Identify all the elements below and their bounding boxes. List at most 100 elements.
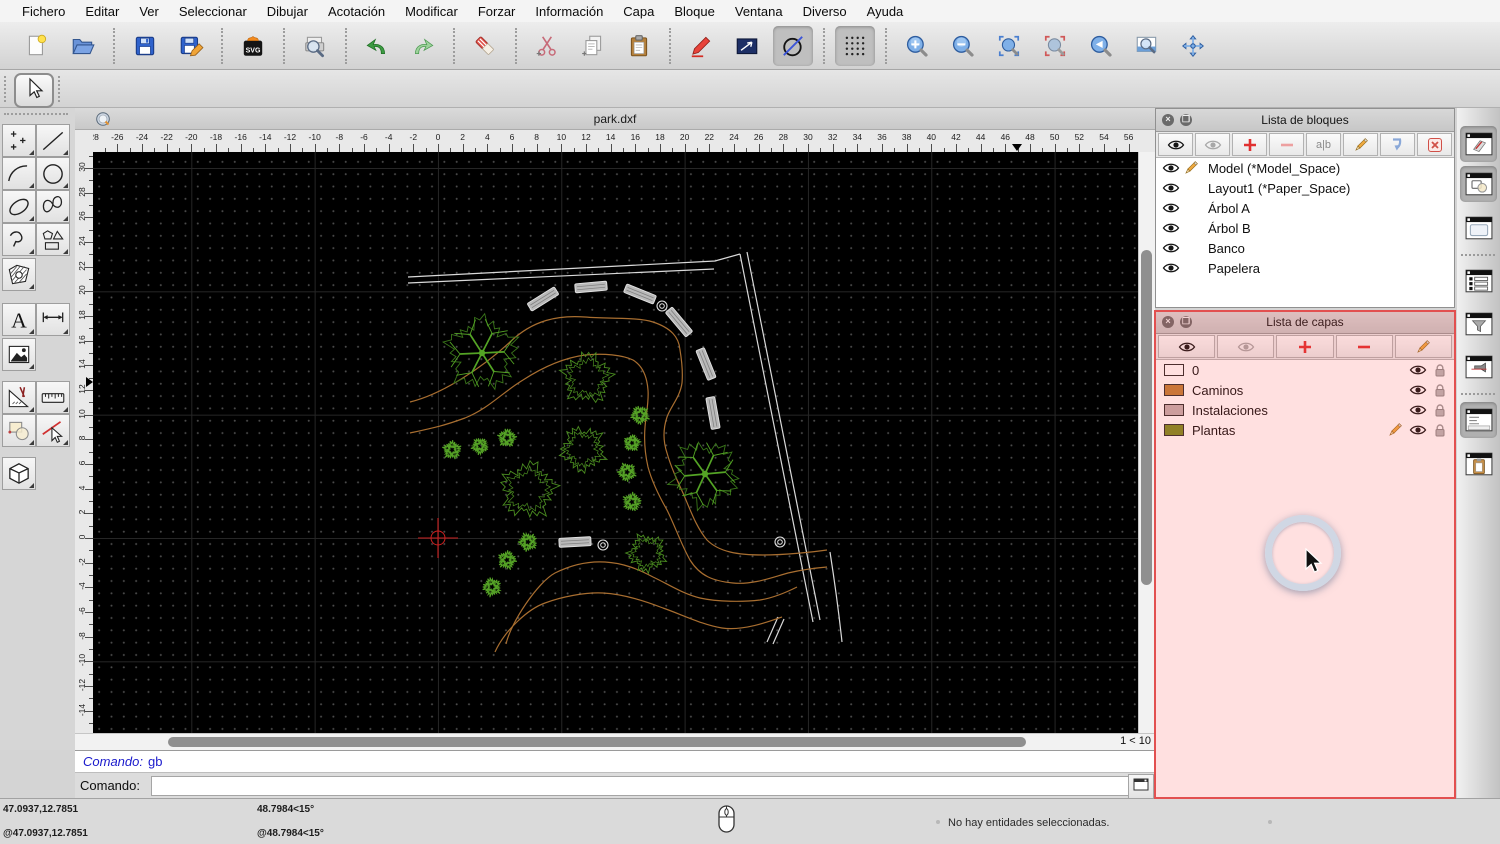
hide-all-blocks-button[interactable] xyxy=(1195,133,1230,156)
command-window-toggle-button[interactable] xyxy=(1128,774,1154,799)
grid-toggle-button[interactable] xyxy=(835,25,875,66)
cut-button[interactable] xyxy=(527,26,567,66)
menu-item-fichero[interactable]: Fichero xyxy=(12,4,75,19)
horizontal-scrollbar[interactable]: 1 < 10 xyxy=(75,733,1155,750)
svg-export-button[interactable]: SVG xyxy=(233,26,273,66)
tool-dimension-button[interactable] xyxy=(36,303,70,336)
menu-item-modificar[interactable]: Modificar xyxy=(395,4,468,19)
zoom-window-button[interactable] xyxy=(1127,26,1167,66)
tool-text-button[interactable]: A xyxy=(2,303,36,336)
block-row[interactable]: Árbol A xyxy=(1156,198,1454,218)
zoom-previous-button[interactable] xyxy=(1081,26,1121,66)
edit-block-button[interactable] xyxy=(1343,133,1378,156)
save-button[interactable] xyxy=(125,26,165,66)
bench-block xyxy=(558,536,592,548)
property-editor-dock-button[interactable] xyxy=(1460,126,1497,162)
zoom-in-button[interactable] xyxy=(897,26,937,66)
tool-circle-button[interactable] xyxy=(36,157,70,190)
selection-rect-button[interactable] xyxy=(727,26,767,66)
command-input[interactable] xyxy=(151,776,1134,796)
tool-polyline-button[interactable] xyxy=(2,223,36,256)
document-title-bar[interactable]: park.dxf xyxy=(75,108,1155,130)
block-visibility-eye-icon[interactable] xyxy=(1162,162,1180,174)
block-row[interactable]: Banco xyxy=(1156,238,1454,258)
menu-item-ayuda[interactable]: Ayuda xyxy=(857,4,914,19)
draw-pencil-button[interactable] xyxy=(681,26,721,66)
tool-blocks-button[interactable] xyxy=(2,414,36,447)
tool-hatch-button[interactable] xyxy=(2,258,36,291)
ruler-tick xyxy=(980,144,982,152)
block-visibility-eye-icon[interactable] xyxy=(1162,202,1180,214)
menu-item-información[interactable]: Información xyxy=(525,4,613,19)
block-row[interactable]: Papelera xyxy=(1156,258,1454,278)
vertical-scrollbar[interactable] xyxy=(1138,152,1155,733)
block-visibility-eye-icon[interactable] xyxy=(1162,262,1180,274)
tool-ruler-button[interactable] xyxy=(36,381,70,414)
ruler-tick xyxy=(413,144,415,152)
show-all-blocks-button[interactable] xyxy=(1158,133,1193,156)
open-file-button[interactable] xyxy=(63,26,103,66)
tool-points-button[interactable] xyxy=(2,124,36,157)
new-file-button[interactable] xyxy=(17,26,57,66)
block-row[interactable]: Model (*Model_Space) xyxy=(1156,158,1454,178)
tool-ellipse-button[interactable] xyxy=(2,190,36,223)
trash-bin-block xyxy=(656,300,668,312)
tool-measure-button[interactable] xyxy=(2,381,36,414)
list-view-dock-button[interactable] xyxy=(1460,263,1497,299)
tool-select-modify-button[interactable] xyxy=(36,414,70,447)
rename-block-button[interactable]: a|b xyxy=(1306,133,1341,156)
tool-spline-button[interactable] xyxy=(36,190,70,223)
palette-handle[interactable] xyxy=(4,113,68,115)
copy-button[interactable] xyxy=(573,26,613,66)
add-block-button[interactable] xyxy=(1232,133,1267,156)
remove-block-button[interactable] xyxy=(1269,133,1304,156)
undo-button[interactable] xyxy=(357,26,397,66)
print-preview-button[interactable] xyxy=(295,26,335,66)
float-panel-icon[interactable]: ❐ xyxy=(1180,114,1192,126)
vertical-scrollbar-thumb[interactable] xyxy=(1141,250,1152,585)
paste-button[interactable] xyxy=(619,26,659,66)
library-browser-dock-button[interactable] xyxy=(1460,349,1497,385)
zoom-pan-button[interactable] xyxy=(1173,26,1213,66)
menu-item-ver[interactable]: Ver xyxy=(129,4,169,19)
selection-filter-dock-button[interactable] xyxy=(1460,306,1497,342)
menu-item-ventana[interactable]: Ventana xyxy=(725,4,793,19)
insert-block-button[interactable] xyxy=(1380,133,1415,156)
tool-line-button[interactable] xyxy=(36,124,70,157)
menu-item-capa[interactable]: Capa xyxy=(613,4,664,19)
block-row[interactable]: Árbol B xyxy=(1156,218,1454,238)
zoom-auto-button[interactable] xyxy=(989,26,1029,66)
tool-solid-3d-button[interactable] xyxy=(2,457,36,490)
horizontal-scrollbar-thumb[interactable] xyxy=(168,737,1026,747)
toolbar-handle[interactable] xyxy=(4,76,6,102)
menu-item-acotación[interactable]: Acotación xyxy=(318,4,395,19)
menu-item-diverso[interactable]: Diverso xyxy=(793,4,857,19)
drawing-canvas[interactable] xyxy=(93,152,1138,733)
menu-item-seleccionar[interactable]: Seleccionar xyxy=(169,4,257,19)
menu-item-forzar[interactable]: Forzar xyxy=(468,4,526,19)
save-as-button[interactable] xyxy=(171,26,211,66)
command-window-dock-button[interactable] xyxy=(1460,402,1497,438)
clipboard-panel-dock-button[interactable] xyxy=(1460,446,1497,482)
circle-line-button[interactable] xyxy=(773,25,813,66)
zoom-out-button[interactable] xyxy=(943,26,983,66)
menu-item-bloque[interactable]: Bloque xyxy=(664,4,724,19)
eraser-button[interactable] xyxy=(465,26,505,66)
block-visibility-eye-icon[interactable] xyxy=(1162,222,1180,234)
ruler-label: 22 xyxy=(77,260,87,271)
preview-window-dock-button[interactable] xyxy=(1460,210,1497,246)
tool-image-button[interactable] xyxy=(2,338,36,371)
delete-block-button[interactable] xyxy=(1417,133,1452,156)
tool-shapes-button[interactable] xyxy=(36,223,70,256)
menu-item-editar[interactable]: Editar xyxy=(75,4,129,19)
tool-arc-button[interactable] xyxy=(2,157,36,190)
block-list-toggle-dock-button[interactable] xyxy=(1460,166,1497,202)
menu-item-dibujar[interactable]: Dibujar xyxy=(257,4,318,19)
close-icon[interactable]: × xyxy=(1162,114,1174,126)
zoom-select-button[interactable] xyxy=(1035,26,1075,66)
block-visibility-eye-icon[interactable] xyxy=(1162,242,1180,254)
selection-arrow-button[interactable] xyxy=(14,73,54,108)
block-visibility-eye-icon[interactable] xyxy=(1162,182,1180,194)
block-row[interactable]: Layout1 (*Paper_Space) xyxy=(1156,178,1454,198)
redo-button[interactable] xyxy=(403,26,443,66)
